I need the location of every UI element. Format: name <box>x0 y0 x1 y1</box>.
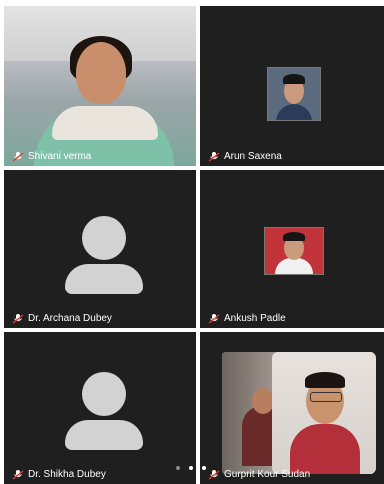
participant-tile-gurprit[interactable]: Gurprit Kour Sudan <box>200 332 384 484</box>
page-indicator[interactable] <box>176 466 206 470</box>
participant-name-label: Gurprit Kour Sudan <box>208 469 310 480</box>
participant-tile-arun[interactable]: Arun Saxena <box>200 6 384 166</box>
participant-name-label: Dr. Archana Dubey <box>12 313 112 324</box>
participant-tile-archana[interactable]: Dr. Archana Dubey <box>4 170 196 328</box>
avatar-placeholder-head <box>82 372 126 416</box>
participant-name-label: Ankush Padle <box>208 313 286 324</box>
participant-tile-shivani[interactable]: Shivani verma <box>4 6 196 166</box>
avatar-placeholder-body <box>65 264 143 294</box>
participant-name-label: Arun Saxena <box>208 151 282 162</box>
mic-off-icon <box>12 313 24 324</box>
mic-off-icon <box>12 151 24 162</box>
mic-off-icon <box>208 151 220 162</box>
page-dot-active[interactable] <box>189 466 193 470</box>
profile-photo <box>264 227 324 275</box>
participant-tile-shikha[interactable]: Dr. Shikha Dubey <box>4 332 196 484</box>
participant-name-label: Dr. Shikha Dubey <box>12 469 106 480</box>
mic-off-icon <box>208 469 220 480</box>
avatar-placeholder-body <box>65 420 143 450</box>
mic-off-icon <box>208 313 220 324</box>
video-feed <box>4 6 196 166</box>
page-dot[interactable] <box>176 466 180 470</box>
mic-off-icon <box>12 469 24 480</box>
profile-photo <box>267 67 321 121</box>
video-feed-inset <box>272 352 376 474</box>
page-dot[interactable] <box>202 466 206 470</box>
participant-tile-ankush[interactable]: Ankush Padle <box>200 170 384 328</box>
avatar-placeholder-head <box>82 216 126 260</box>
participant-name-label: Shivani verma <box>12 151 91 162</box>
